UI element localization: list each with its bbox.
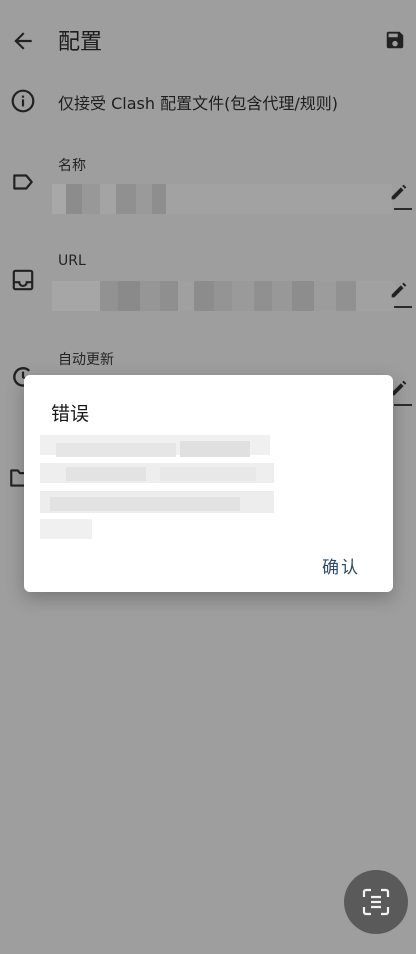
error-dialog: 错误 确认 xyxy=(24,375,393,592)
auto-update-field-underline xyxy=(394,404,412,406)
save-icon[interactable] xyxy=(384,29,406,51)
info-icon xyxy=(11,89,35,113)
url-field-underline xyxy=(394,306,412,308)
notice-text: 仅接受 Clash 配置文件(包含代理/规则) xyxy=(58,94,338,113)
name-field-value[interactable] xyxy=(52,184,392,214)
label-tag-icon xyxy=(13,174,33,190)
dialog-message-redacted xyxy=(40,411,280,539)
app-bar: 配置 xyxy=(0,0,416,80)
inbox-icon xyxy=(12,269,34,291)
arrow-back-icon[interactable] xyxy=(10,28,36,54)
pencil-icon[interactable] xyxy=(388,279,410,301)
auto-update-field-label: 自动更新 xyxy=(58,352,114,368)
confirm-button[interactable]: 确认 xyxy=(322,553,360,578)
name-field-label: 名称 xyxy=(58,158,86,174)
name-field-underline xyxy=(394,208,412,210)
notice-row: 仅接受 Clash 配置文件(包含代理/规则) xyxy=(0,86,416,120)
url-field-label: URL xyxy=(58,253,86,269)
url-field-value[interactable] xyxy=(52,281,396,311)
scan-text-icon xyxy=(362,888,390,916)
page-title: 配置 xyxy=(58,30,103,55)
pencil-icon[interactable] xyxy=(388,181,410,203)
scan-fab-button[interactable] xyxy=(344,870,408,934)
